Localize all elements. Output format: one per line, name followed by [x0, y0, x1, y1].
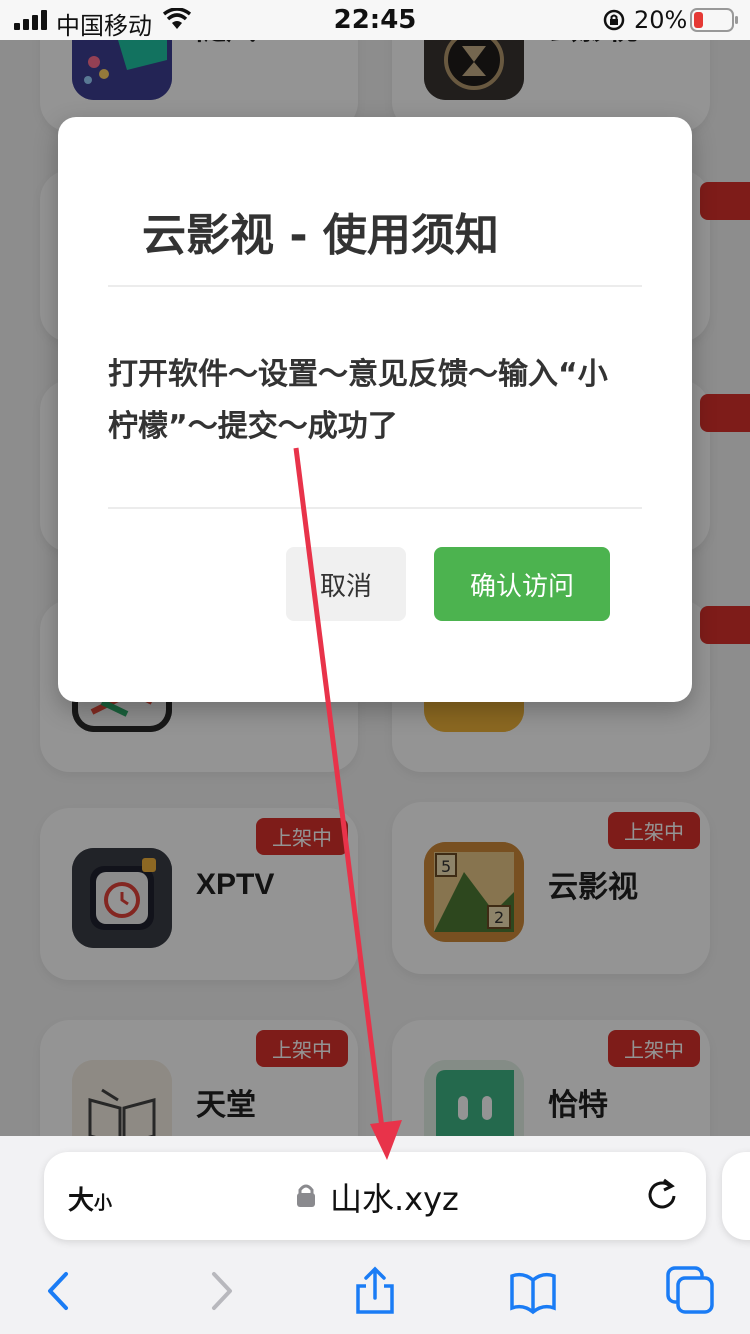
lock-icon	[297, 1184, 315, 1207]
divider	[108, 285, 642, 287]
status-bar: 中国移动 22:45 20%	[0, 0, 750, 40]
back-icon[interactable]	[34, 1266, 84, 1316]
battery-percent: 20%	[634, 6, 688, 34]
url-text: 山水.xyz	[330, 1180, 459, 1218]
text-size-button[interactable]: 大小	[68, 1180, 112, 1217]
divider	[108, 507, 642, 509]
reload-icon[interactable]	[644, 1176, 680, 1212]
share-icon[interactable]	[350, 1266, 400, 1316]
rotation-lock-icon	[603, 9, 625, 31]
text-size-small: 小	[94, 1193, 113, 1214]
confirm-visit-button[interactable]: 确认访问	[434, 547, 610, 621]
dialog-message: 打开软件～设置～意见反馈～输入“小柠檬”～提交～成功了	[108, 357, 608, 444]
text-size-large: 大	[68, 1186, 95, 1216]
cancel-button[interactable]: 取消	[286, 547, 406, 621]
usage-notice-dialog: 云影视 - 使用须知 打开软件～设置～意见反馈～输入“小柠檬”～提交～成功了 取…	[58, 117, 692, 702]
next-tab-preview[interactable]	[722, 1152, 750, 1240]
tabs-icon[interactable]	[666, 1266, 716, 1316]
browser-toolbar: 大小 山水.xyz	[0, 1136, 750, 1334]
battery-icon	[690, 8, 738, 32]
bookmarks-icon[interactable]	[508, 1266, 558, 1316]
address-bar[interactable]: 大小 山水.xyz	[44, 1152, 706, 1240]
forward-icon[interactable]	[196, 1266, 246, 1316]
dialog-title: 云影视 - 使用须知	[142, 210, 499, 261]
